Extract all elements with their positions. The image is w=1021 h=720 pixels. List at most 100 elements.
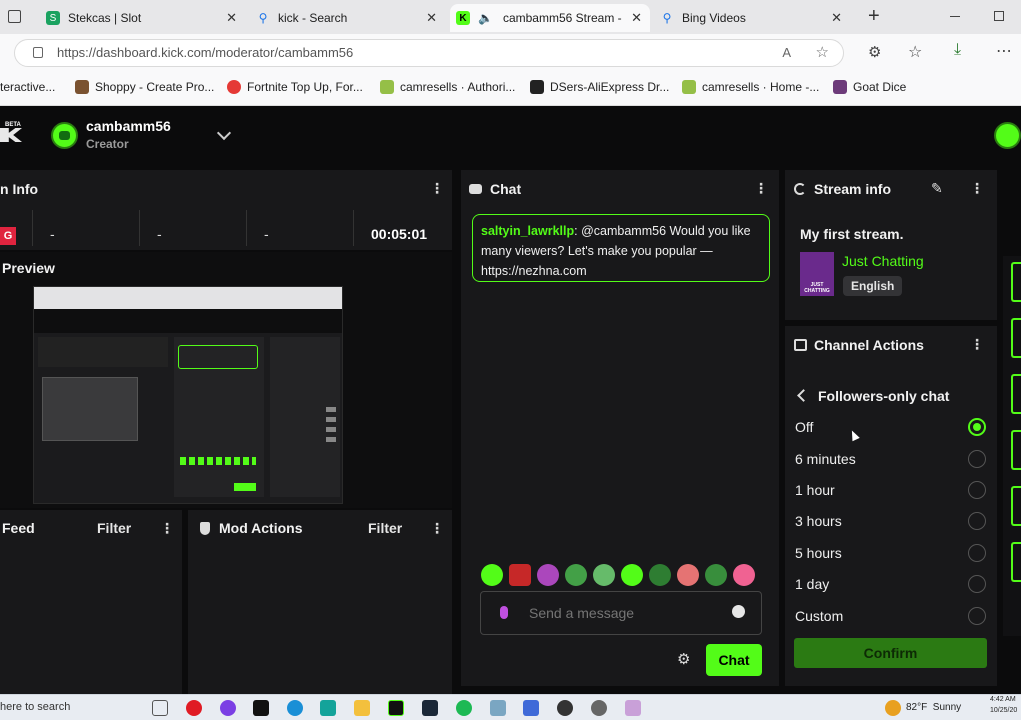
send-chat-button[interactable]: Chat (706, 644, 762, 676)
tab-actions-icon[interactable] (8, 10, 21, 23)
opera-icon[interactable] (186, 700, 202, 716)
tab-cambamm56-stream[interactable]: K 🔈 cambamm56 Stream - ✕ (450, 4, 650, 32)
minimize-icon[interactable] (950, 16, 960, 17)
option-3-hours[interactable]: 3 hours (795, 513, 842, 529)
close-tab-icon[interactable]: ✕ (831, 10, 842, 26)
bookmark-item[interactable]: DSers-AliExpress Dr... (530, 80, 669, 94)
app-icon[interactable] (490, 700, 506, 716)
radio-1-hour[interactable] (968, 481, 986, 499)
more-options-icon[interactable]: ⋮ (430, 180, 444, 197)
bookmark-item[interactable]: camresells · Home -... (682, 80, 819, 94)
taskbar-search[interactable]: here to search (0, 701, 70, 713)
category-link[interactable]: Just Chatting (842, 253, 924, 269)
dock-button[interactable] (1011, 542, 1021, 582)
bookmark-item[interactable]: teractive... (0, 80, 55, 94)
radio-1-day[interactable] (968, 575, 986, 593)
clock-date[interactable]: 10/25/20 (990, 707, 1017, 714)
more-options-icon[interactable]: ⋮ (430, 520, 444, 537)
favorite-star-icon[interactable]: ☆ (816, 40, 829, 66)
radio-5-hours[interactable] (968, 544, 986, 562)
confirm-button[interactable]: Confirm (794, 638, 987, 668)
emote-icon[interactable] (677, 564, 699, 586)
option-custom[interactable]: Custom (795, 608, 843, 624)
more-menu-icon[interactable]: ⋯ (996, 41, 1012, 61)
dock-button[interactable] (1011, 430, 1021, 470)
chat-username[interactable]: saltyin_lawrkllp (481, 224, 574, 238)
filter-button[interactable]: Filter (97, 520, 131, 536)
favorites-icon[interactable]: ☆ (908, 42, 922, 62)
dock-button[interactable] (1011, 318, 1021, 358)
edge-icon[interactable] (287, 700, 303, 716)
option-6-minutes[interactable]: 6 minutes (795, 451, 856, 467)
app-icon[interactable] (557, 700, 573, 716)
close-tab-icon[interactable]: ✕ (426, 10, 437, 26)
tab-bing-videos[interactable]: ⚲ Bing Videos ✕ (654, 4, 850, 32)
clock-time[interactable]: 4:42 AM (990, 696, 1016, 703)
chevron-down-icon[interactable] (216, 125, 232, 141)
more-options-icon[interactable]: ⋮ (970, 180, 984, 197)
kick-logo[interactable]: BETA (0, 122, 22, 144)
emoji-icon[interactable] (732, 605, 745, 618)
emote-icon[interactable] (537, 564, 559, 586)
emote-icon[interactable] (621, 564, 643, 586)
more-options-icon[interactable]: ⋮ (754, 180, 768, 197)
close-tab-icon[interactable]: ✕ (226, 10, 237, 26)
dock-button[interactable] (1011, 486, 1021, 526)
bookmark-item[interactable]: Shoppy - Create Pro... (75, 80, 214, 94)
emote-icon[interactable] (649, 564, 671, 586)
radio-custom[interactable] (968, 607, 986, 625)
tab-stekcas[interactable]: S Stekcas | Slot ✕ (40, 4, 245, 32)
option-1-hour[interactable]: 1 hour (795, 482, 835, 498)
emote-icon[interactable] (705, 564, 727, 586)
downloads-icon[interactable]: ⤓ (954, 41, 961, 59)
profile-avatar[interactable] (994, 122, 1021, 149)
chat-message-field[interactable] (529, 603, 719, 623)
new-tab-button[interactable]: + (868, 5, 880, 28)
more-options-icon[interactable]: ⋮ (160, 520, 174, 537)
dock-button[interactable] (1011, 374, 1021, 414)
close-tab-icon[interactable]: ✕ (631, 10, 642, 26)
app-icon[interactable] (320, 700, 336, 716)
radio-off[interactable] (968, 418, 986, 436)
settings-icon[interactable] (591, 700, 607, 716)
radio-3-hours[interactable] (968, 512, 986, 530)
weather-icon[interactable] (885, 700, 901, 716)
radio-6-minutes[interactable] (968, 450, 986, 468)
avatar[interactable] (51, 122, 78, 149)
option-5-hours[interactable]: 5 hours (795, 545, 842, 561)
more-options-icon[interactable]: ⋮ (970, 336, 984, 353)
category-thumbnail[interactable]: JUST CHATTING (800, 252, 834, 296)
extensions-icon[interactable]: ⚙ (868, 43, 881, 61)
stream-preview-video[interactable] (33, 286, 343, 504)
task-view-icon[interactable] (152, 700, 168, 716)
app-icon[interactable] (625, 700, 641, 716)
gear-icon[interactable]: ⚙ (677, 650, 690, 668)
url-field[interactable]: https://dashboard.kick.com/moderator/cam… (14, 39, 844, 67)
emote-icon[interactable] (593, 564, 615, 586)
spotify-icon[interactable] (456, 700, 472, 716)
filter-button[interactable]: Filter (368, 520, 402, 536)
calculator-icon[interactable] (523, 700, 539, 716)
messenger-icon[interactable] (220, 700, 236, 716)
chat-input[interactable] (480, 591, 762, 635)
emote-icon[interactable] (565, 564, 587, 586)
emote-icon[interactable] (733, 564, 755, 586)
microphone-icon[interactable] (500, 606, 508, 619)
speaker-icon[interactable]: 🔈 (478, 11, 493, 25)
tiktok-icon[interactable] (253, 700, 269, 716)
maximize-icon[interactable] (994, 11, 1004, 21)
back-arrow-icon[interactable] (797, 389, 810, 402)
emote-icon[interactable] (481, 564, 503, 586)
weather-text[interactable]: 82°F Sunny (906, 702, 961, 713)
bookmark-item[interactable]: Fortnite Top Up, For... (227, 80, 363, 94)
file-explorer-icon[interactable] (354, 700, 370, 716)
kick-app-icon[interactable] (388, 700, 404, 716)
steam-icon[interactable] (422, 700, 438, 716)
emote-icon[interactable] (509, 564, 531, 586)
tab-kick-search[interactable]: ⚲ kick - Search ✕ (250, 4, 445, 32)
chat-message[interactable]: saltyin_lawrkllp: @cambamm56 Would you l… (472, 214, 770, 282)
option-1-day[interactable]: 1 day (795, 576, 829, 592)
option-off[interactable]: Off (795, 419, 813, 435)
bookmark-item[interactable]: camresells · Authori... (380, 80, 515, 94)
read-aloud-icon[interactable]: A (782, 40, 791, 66)
